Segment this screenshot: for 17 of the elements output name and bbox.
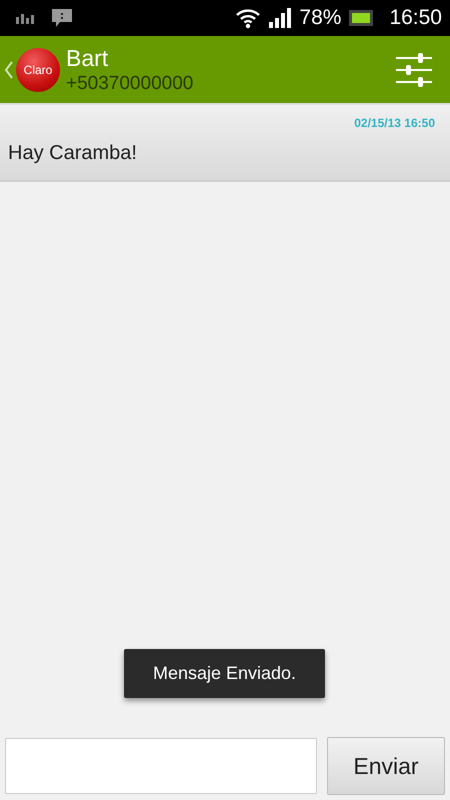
message-text: Hay Caramba! bbox=[8, 142, 138, 165]
contact-name: Bart bbox=[66, 44, 110, 72]
message-timestamp: 02/15/13 16:50 bbox=[354, 116, 435, 130]
signal-bars-icon bbox=[16, 12, 34, 24]
clock: 16:50 bbox=[389, 6, 442, 30]
toast: Mensaje Enviado. bbox=[124, 649, 325, 698]
battery-percent: 78% bbox=[299, 6, 342, 30]
wifi-icon bbox=[235, 7, 262, 29]
send-button[interactable]: Enviar bbox=[327, 737, 445, 795]
logo-text: Claro bbox=[24, 62, 52, 76]
battery-icon bbox=[349, 10, 374, 26]
cell-signal-icon bbox=[269, 8, 292, 28]
chat-icon bbox=[52, 9, 72, 27]
phone-number: +50370000000 bbox=[66, 72, 194, 96]
settings-sliders-button[interactable] bbox=[396, 52, 432, 86]
message-input[interactable] bbox=[5, 738, 317, 794]
back-button[interactable] bbox=[4, 60, 14, 78]
